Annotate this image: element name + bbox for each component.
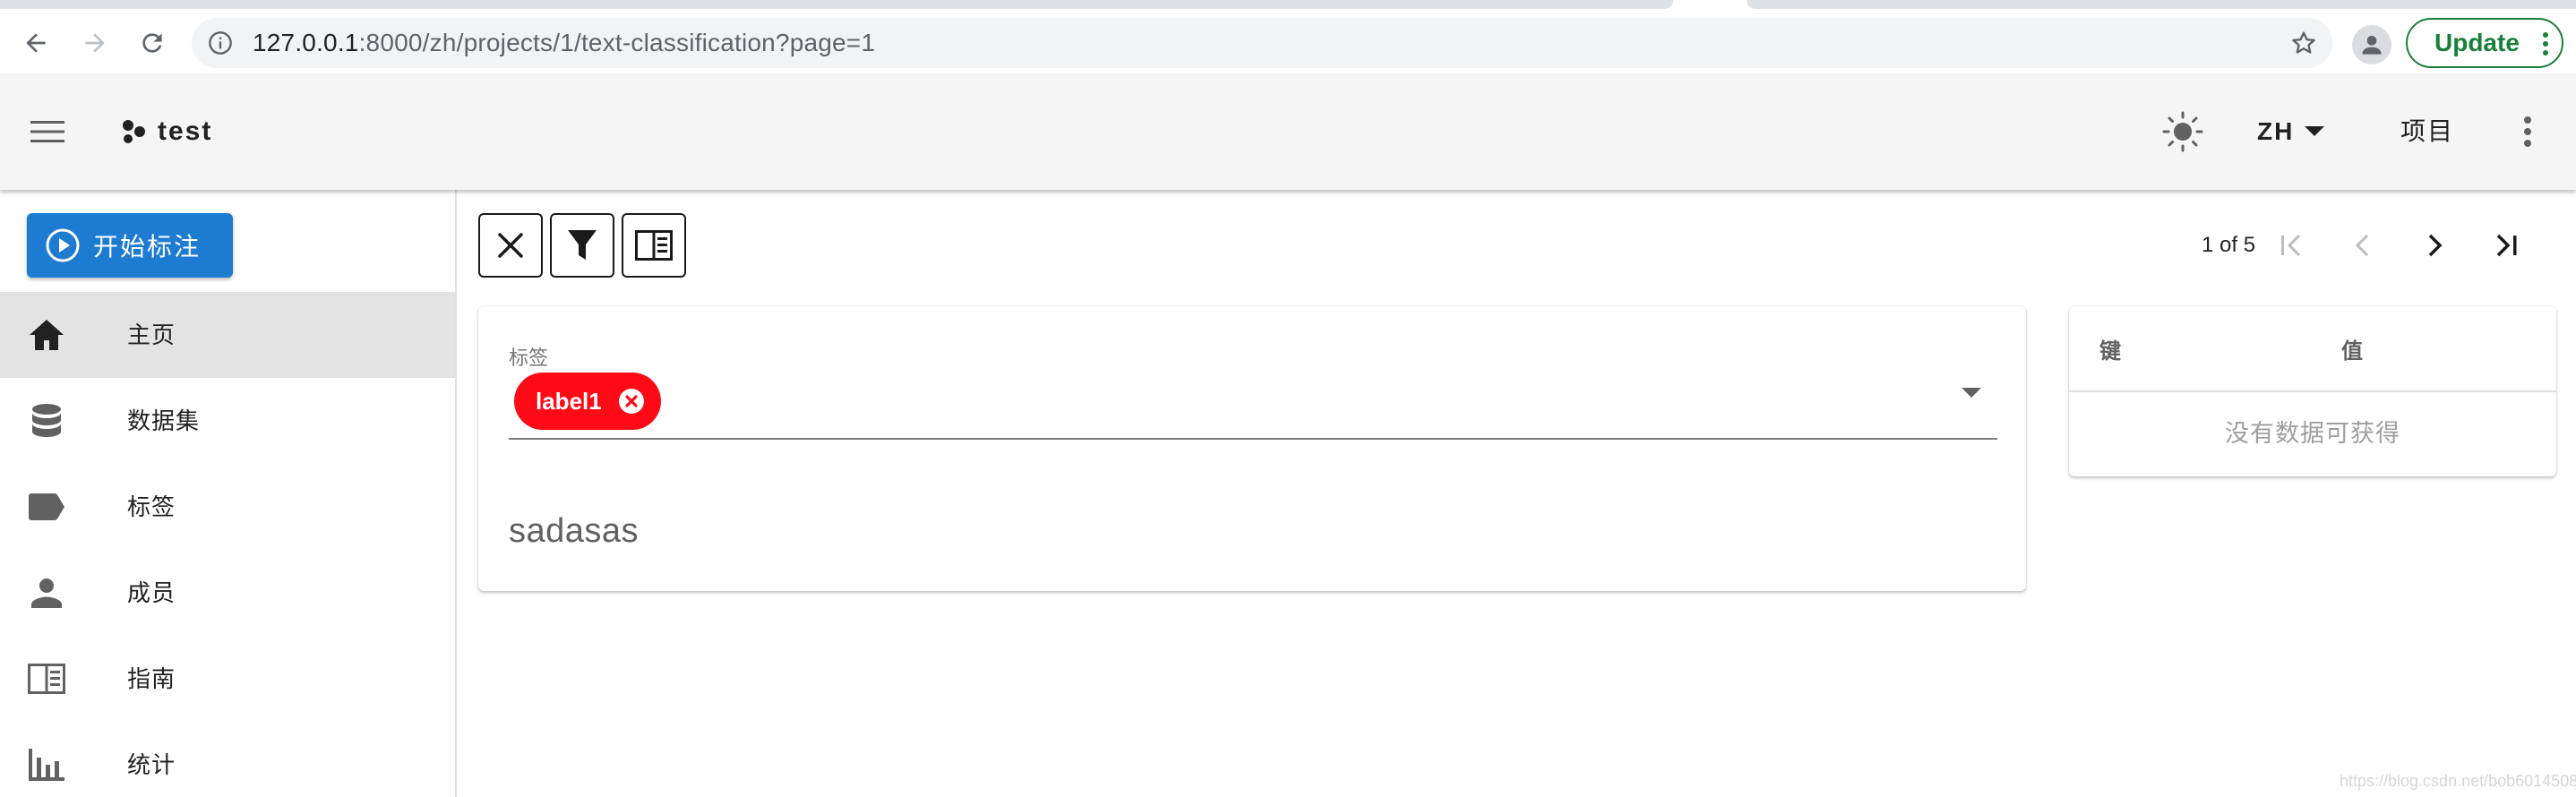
- arrow-left-icon: [26, 33, 46, 53]
- sidebar-item-statistics[interactable]: 统计: [0, 722, 455, 797]
- label-select-underline: [509, 438, 1997, 440]
- browser-update-button[interactable]: Update: [2406, 18, 2563, 68]
- close-circle-icon[interactable]: [618, 388, 645, 421]
- label-chip[interactable]: label1: [514, 373, 661, 430]
- last-page-button[interactable]: [2485, 224, 2528, 267]
- close-icon: [498, 233, 523, 258]
- site-info-icon[interactable]: [208, 30, 233, 60]
- sidebar-item-label: 标签: [127, 493, 176, 520]
- book-icon: [635, 230, 673, 261]
- arrow-right-icon: [85, 33, 105, 53]
- projects-link[interactable]: 项目: [2400, 109, 2454, 154]
- home-icon: [27, 315, 66, 355]
- more-menu-button[interactable]: [2508, 109, 2547, 154]
- language-select[interactable]: ZH: [2257, 109, 2325, 154]
- bookmark-star-icon[interactable]: [2289, 29, 2318, 62]
- guideline-button[interactable]: [622, 213, 686, 278]
- chevron-left-icon: [2355, 234, 2369, 257]
- browser-tab[interactable]: [1747, 0, 2576, 9]
- label-field-caption: 标签: [509, 347, 549, 369]
- caret-down-icon: [1962, 388, 1981, 398]
- sidebar-item-label: 主页: [127, 321, 176, 348]
- sidebar-item-members[interactable]: 成员: [0, 550, 455, 636]
- value-column-header[interactable]: 值: [2341, 333, 2363, 364]
- browser-toolbar: 127.0.0.1:8000/zh/projects/1/text-classi…: [0, 13, 2576, 73]
- logo-icon: [123, 120, 145, 143]
- sidebar-item-labels[interactable]: 标签: [0, 464, 455, 550]
- theme-toggle-button[interactable]: [2160, 109, 2205, 154]
- next-page-button[interactable]: [2413, 224, 2456, 267]
- bar-chart-icon: [27, 745, 66, 784]
- filter-button[interactable]: [550, 213, 614, 278]
- first-page-button[interactable]: [2270, 224, 2313, 267]
- last-page-icon: [2496, 234, 2517, 257]
- url-host: 127.0.0.1: [253, 29, 359, 56]
- sidebar: 开始标注 主页 数据集 标签 成员 指南 统计: [0, 190, 457, 797]
- key-column-header[interactable]: 键: [2099, 333, 2121, 364]
- app-brand[interactable]: test: [120, 113, 212, 150]
- forward-button[interactable]: [75, 23, 115, 63]
- reload-button[interactable]: [133, 23, 172, 63]
- filter-icon: [568, 230, 597, 260]
- sidebar-item-guideline[interactable]: 指南: [0, 636, 455, 722]
- play-circle-icon: [46, 228, 80, 262]
- person-icon: [27, 573, 66, 613]
- database-icon: [27, 401, 66, 441]
- label-select-dropdown[interactable]: [1962, 387, 1981, 403]
- sun-icon: [2162, 111, 2203, 152]
- chevron-right-icon: [2428, 234, 2443, 257]
- brand-name: test: [158, 116, 213, 146]
- language-label: ZH: [2257, 117, 2295, 145]
- first-page-icon: [2281, 234, 2301, 257]
- sidebar-item-label: 统计: [127, 751, 176, 778]
- sidebar-nav: 主页 数据集 标签 成员 指南 统计: [0, 292, 455, 797]
- back-button[interactable]: [16, 23, 56, 63]
- chip-label: label1: [536, 387, 602, 415]
- pagination-text: 1 of 5: [2202, 233, 2256, 257]
- sidebar-item-label: 数据集: [127, 407, 201, 434]
- url-path: :8000/zh/projects/1/text-classification?…: [358, 29, 876, 56]
- start-annotation-button[interactable]: 开始标注: [27, 213, 233, 278]
- browser-tab[interactable]: [0, 0, 1673, 9]
- no-data-message: 没有数据可获得: [2225, 420, 2400, 447]
- sidebar-item-label: 指南: [127, 665, 176, 692]
- sidebar-item-dataset[interactable]: 数据集: [0, 378, 455, 464]
- annotation-card: 标签 label1 sadasas: [478, 306, 2026, 591]
- watermark: https://blog.csdn.net/bob601450868: [2340, 772, 2576, 790]
- label-icon: [27, 487, 66, 527]
- profile-avatar[interactable]: [2352, 25, 2391, 64]
- browser-tab-strip: [0, 0, 2576, 13]
- url-text: 127.0.0.1:8000/zh/projects/1/text-classi…: [253, 18, 875, 68]
- address-bar[interactable]: 127.0.0.1:8000/zh/projects/1/text-classi…: [192, 18, 2332, 68]
- sidebar-item-label: 成员: [127, 579, 176, 606]
- kebab-menu-icon: [2542, 30, 2549, 64]
- update-label: Update: [2434, 29, 2520, 56]
- previous-page-button[interactable]: [2341, 224, 2384, 267]
- kebab-menu-icon: [2524, 116, 2531, 147]
- reload-icon: [142, 33, 162, 53]
- book-icon: [27, 659, 66, 698]
- start-annotation-label: 开始标注: [93, 233, 202, 261]
- caret-down-icon: [2305, 126, 2325, 136]
- app-bar: test ZH 项目: [0, 73, 2576, 190]
- menu-button[interactable]: [25, 109, 70, 154]
- document-text: sadasas: [509, 512, 640, 550]
- person-icon: [2362, 36, 2382, 55]
- clear-button[interactable]: [478, 213, 543, 278]
- metadata-table: 键 值 没有数据可获得: [2069, 306, 2556, 476]
- sidebar-item-home[interactable]: 主页: [0, 292, 455, 378]
- hamburger-icon: [30, 121, 64, 142]
